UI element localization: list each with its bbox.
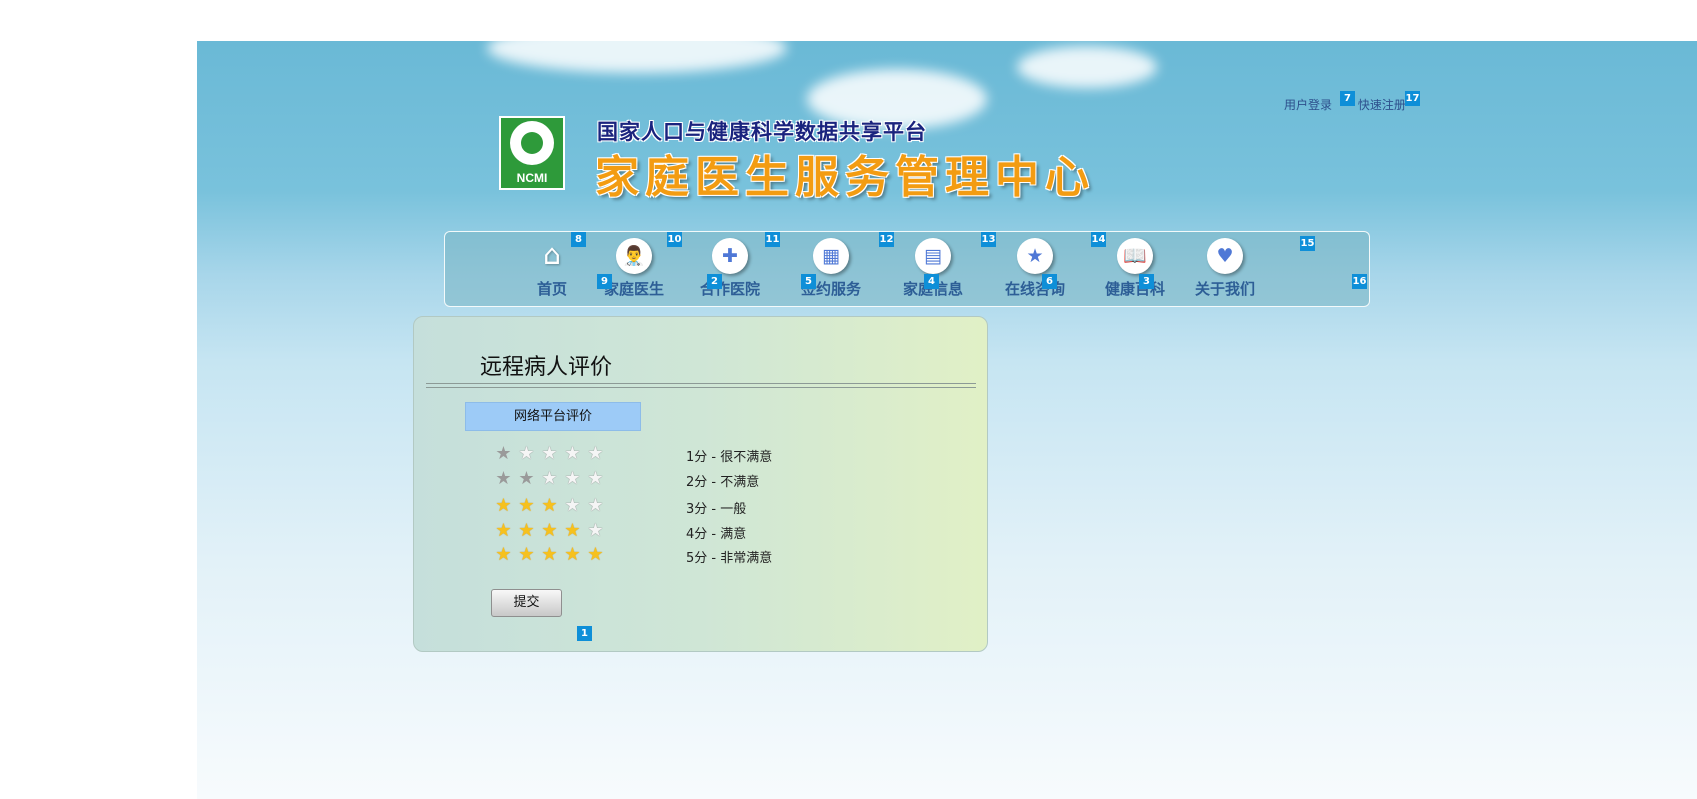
- nav-label: 签约服务: [800, 280, 861, 298]
- nav-item-contract-service[interactable]: ▦ 签约服务: [786, 238, 876, 299]
- element-badge: 6: [1042, 274, 1057, 289]
- star-icon: ★: [564, 468, 581, 489]
- star-icon: ★: [518, 443, 535, 464]
- rating-stars-3[interactable]: ★ ★ ★ ★ ★: [492, 495, 607, 517]
- element-badge: 7: [1340, 91, 1355, 106]
- star-icon: ★: [541, 520, 558, 541]
- nav-item-family-doctor[interactable]: 👨‍⚕ 家庭医生: [589, 238, 679, 299]
- handshake-icon: ♥: [1207, 238, 1243, 274]
- element-badge: 2: [707, 274, 722, 289]
- star-icon: ★: [564, 495, 581, 516]
- home-icon: ⌂: [543, 238, 561, 271]
- star-icon: ★: [518, 544, 535, 565]
- rating-stars-2[interactable]: ★ ★ ★ ★ ★: [492, 468, 607, 490]
- nav-item-online-consult[interactable]: ★ 在线咨询: [990, 238, 1080, 299]
- element-badge: 16: [1352, 274, 1367, 289]
- element-badge: 13: [981, 232, 996, 247]
- rating-label: 1分 - 很不满意: [686, 450, 773, 465]
- star-icon: ★: [564, 520, 581, 541]
- star-icon: ★: [518, 495, 535, 516]
- star-icon: ★: [518, 520, 535, 541]
- element-badge: 9: [597, 274, 612, 289]
- logo-text: NCMI: [516, 171, 548, 185]
- id-card-icon: ▤: [915, 238, 951, 274]
- star-icon: ★: [564, 443, 581, 464]
- element-badge: 1: [577, 626, 592, 641]
- element-badge: 14: [1091, 232, 1106, 247]
- star-icon: ★: [587, 544, 604, 565]
- nav-item-home[interactable]: ⌂ 首页: [507, 238, 597, 299]
- cloud-decoration: [1017, 46, 1157, 88]
- page-background: 用户登录 快速注册 NCMI 国家人口与健康科学数据共享平台 家庭医生服务管理中…: [197, 41, 1697, 799]
- login-link[interactable]: 用户登录: [1284, 96, 1332, 113]
- star-icon: ★: [587, 520, 604, 541]
- star-icon: ★: [587, 495, 604, 516]
- element-badge: 12: [879, 232, 894, 247]
- element-badge: 8: [571, 232, 586, 247]
- element-badge: 10: [667, 232, 682, 247]
- element-badge: 11: [765, 232, 780, 247]
- nav-item-about-us[interactable]: ♥ 关于我们: [1180, 238, 1270, 299]
- star-icon: ★: [495, 495, 512, 516]
- book-icon: 📖: [1117, 238, 1153, 274]
- rating-label: 3分 - 一般: [686, 502, 747, 517]
- rating-panel: 远程病人评价 网络平台评价 ★ ★ ★ ★ ★ 1分 - 很不满意 ★ ★ ★ ★ ★ 2分 -…: [413, 316, 988, 652]
- register-link[interactable]: 快速注册: [1358, 96, 1406, 113]
- star-icon: ★: [1017, 238, 1053, 274]
- star-icon: ★: [518, 468, 535, 489]
- panel-title: 远程病人评价: [480, 355, 613, 380]
- star-icon: ★: [541, 443, 558, 464]
- star-icon: ★: [587, 468, 604, 489]
- logo-e-icon: [510, 121, 554, 165]
- star-icon: ★: [541, 495, 558, 516]
- nav-label: 健康百科: [1104, 280, 1165, 298]
- nav-item-family-info[interactable]: ▤ 家庭信息: [888, 238, 978, 299]
- rating-label: 2分 - 不满意: [686, 475, 760, 490]
- star-icon: ★: [495, 520, 512, 541]
- cloud-decoration: [487, 41, 787, 73]
- nav-item-partner-hospital[interactable]: ✚ 合作医院: [685, 238, 775, 299]
- nav-label: 关于我们: [1194, 280, 1255, 298]
- rating-stars-5[interactable]: ★ ★ ★ ★ ★: [492, 544, 607, 566]
- star-icon: ★: [495, 544, 512, 565]
- submit-button[interactable]: 提交: [491, 589, 562, 617]
- site-title: 家庭医生服务管理中心: [595, 152, 1095, 203]
- nav-label: 在线咨询: [1004, 280, 1065, 298]
- element-badge: 17: [1405, 91, 1420, 106]
- element-badge: 4: [924, 274, 939, 289]
- rating-stars-1[interactable]: ★ ★ ★ ★ ★: [492, 443, 607, 465]
- star-icon: ★: [495, 468, 512, 489]
- hospital-icon: ✚: [712, 238, 748, 274]
- rating-label: 5分 - 非常满意: [686, 551, 773, 566]
- star-icon: ★: [587, 443, 604, 464]
- star-icon: ★: [541, 468, 558, 489]
- nav-label: 合作医院: [699, 280, 760, 298]
- doctor-icon: 👨‍⚕: [616, 238, 652, 274]
- platform-rating-tab[interactable]: 网络平台评价: [465, 402, 641, 431]
- rating-stars-4[interactable]: ★ ★ ★ ★ ★: [492, 520, 607, 542]
- star-icon: ★: [495, 443, 512, 464]
- nav-label: 首页: [536, 280, 567, 298]
- star-icon: ★: [564, 544, 581, 565]
- calendar-icon: ▦: [813, 238, 849, 274]
- panel-divider: [426, 383, 976, 388]
- nav-item-health-wiki[interactable]: 📖 健康百科: [1090, 238, 1180, 299]
- element-badge: 3: [1139, 274, 1154, 289]
- element-badge: 5: [801, 274, 816, 289]
- element-badge: 15: [1300, 236, 1315, 251]
- star-icon: ★: [541, 544, 558, 565]
- rating-label: 4分 - 满意: [686, 527, 747, 542]
- ncmi-logo: NCMI: [499, 116, 565, 190]
